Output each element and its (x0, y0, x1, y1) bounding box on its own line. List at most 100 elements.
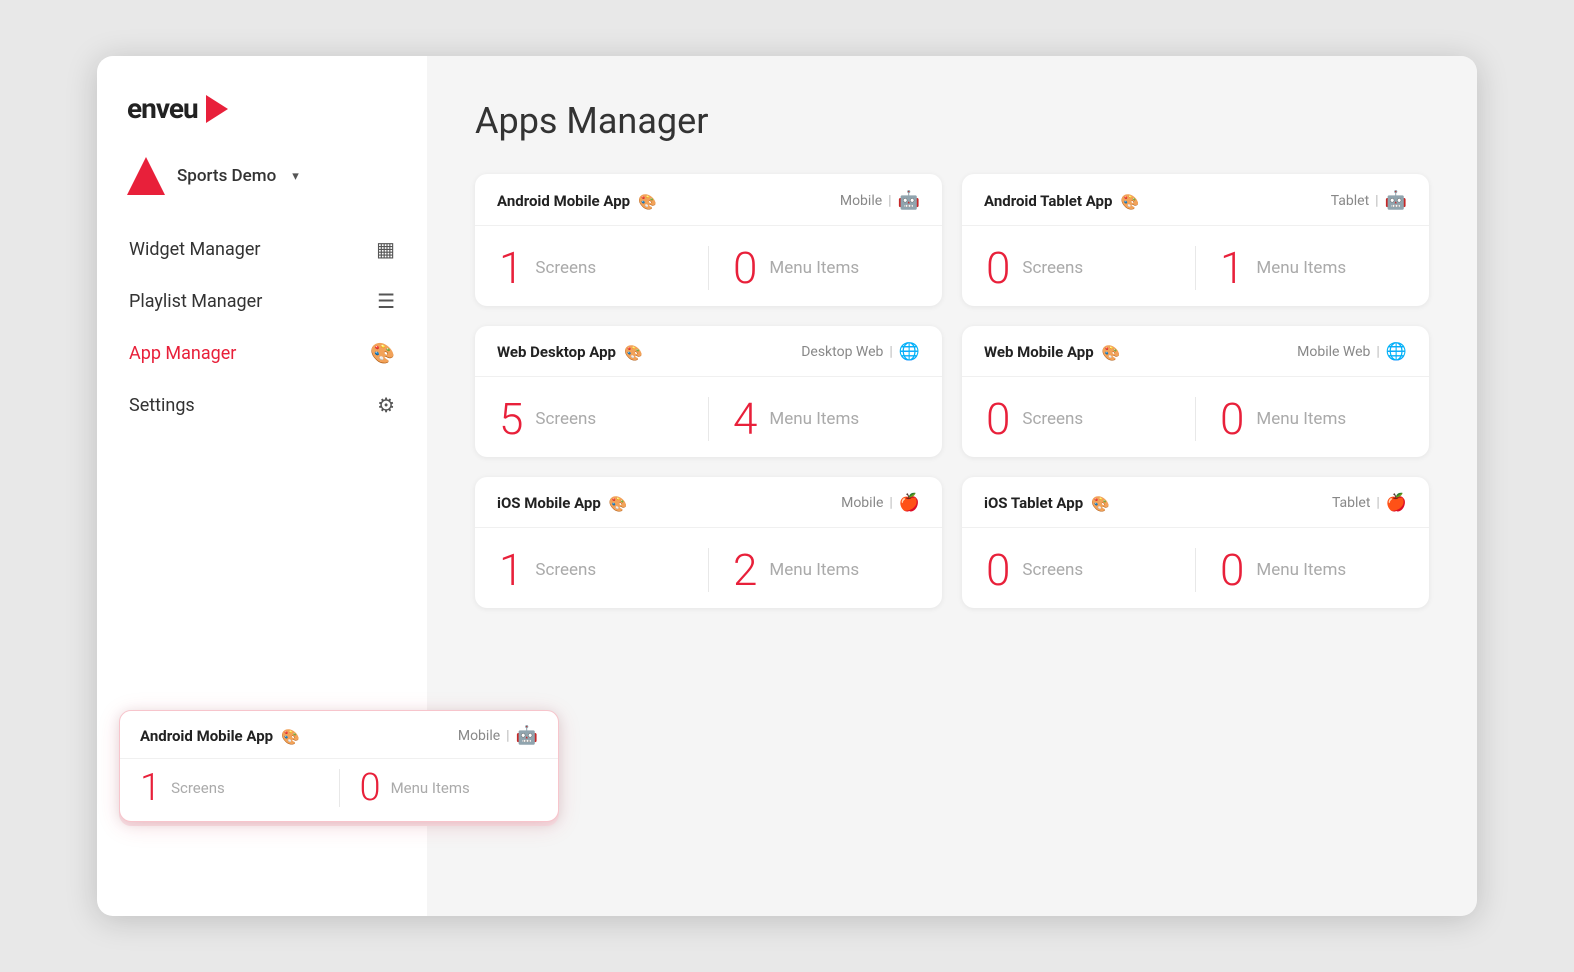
ios-tablet-stats: 0 Screens 0 Menu Items (962, 528, 1429, 608)
app-card-android-mobile-header: Android Mobile App 🎨 Mobile | 🤖 (475, 174, 942, 226)
ios-mobile-stats: 1 Screens 2 Menu Items (475, 528, 942, 608)
app-card-android-tablet-header: Android Tablet App 🎨 Tablet | 🤖 (962, 174, 1429, 226)
ios-mobile-palette-icon: 🎨 (609, 495, 625, 511)
web-desktop-label: Web Desktop App (497, 343, 616, 361)
web-desktop-platform: Desktop Web | 🌐 (801, 342, 920, 362)
ios-tablet-menu-count: 0 (1220, 548, 1244, 592)
sidebar-item-app-manager[interactable]: App Manager 🎨 (97, 327, 427, 379)
floating-card-palette-icon: 🎨 (281, 728, 297, 744)
app-card-android-mobile[interactable]: Android Mobile App 🎨 Mobile | 🤖 1 Screen… (475, 174, 942, 306)
android-tablet-screens-count: 0 (986, 246, 1010, 290)
playlist-manager-icon: ☰ (377, 289, 395, 313)
web-desktop-palette-icon: 🎨 (624, 344, 640, 360)
web-mobile-platform: Mobile Web | 🌐 (1297, 342, 1407, 362)
web-mobile-screens-label: Screens (1022, 409, 1083, 429)
android-tablet-palette-icon: 🎨 (1120, 193, 1136, 209)
settings-icon: ⚙ (377, 393, 395, 417)
android-tablet-label: Android Tablet App (984, 192, 1112, 210)
web-mobile-globe-icon: 🌐 (1386, 342, 1407, 362)
android-mobile-screens-count: 1 (499, 246, 523, 290)
browser-frame: enveu Sports Demo ▾ Widget Manager ▦ Pla… (97, 56, 1477, 916)
account-selector[interactable]: Sports Demo ▾ (97, 157, 427, 223)
android-icon: 🤖 (898, 190, 920, 211)
app-card-ios-mobile-header: iOS Mobile App 🎨 Mobile | 🍎 (475, 477, 942, 528)
android-tablet-platform-label: Tablet (1331, 193, 1369, 209)
app-card-ios-tablet[interactable]: iOS Tablet App 🎨 Tablet | 🍎 0 Screens (962, 477, 1429, 608)
ios-tablet-platform: Tablet | 🍎 (1332, 493, 1407, 513)
ios-tablet-platform-label: Tablet (1332, 495, 1370, 511)
app-card-web-mobile-header: Web Mobile App 🎨 Mobile Web | 🌐 (962, 326, 1429, 377)
ios-tablet-label: iOS Tablet App (984, 494, 1083, 512)
brand-arrow-icon (206, 95, 228, 123)
platform-divider-5: | (889, 495, 892, 511)
ios-tablet-menu-label: Menu Items (1256, 560, 1346, 580)
floating-menu-count: 0 (360, 769, 381, 807)
android-tablet-icon: 🤖 (1385, 190, 1407, 211)
floating-menu-label: Menu Items (391, 779, 470, 797)
app-card-ios-mobile-name: iOS Mobile App 🎨 (497, 494, 625, 512)
web-mobile-platform-label: Mobile Web (1297, 344, 1370, 360)
web-desktop-screens-count: 5 (499, 397, 523, 441)
playlist-manager-label: Playlist Manager (129, 291, 262, 312)
app-card-web-desktop[interactable]: Web Desktop App 🎨 Desktop Web | 🌐 5 Scre… (475, 326, 942, 457)
ios-tablet-screens-label: Screens (1022, 560, 1083, 580)
android-tablet-menu-block: 1 Menu Items (1195, 246, 1429, 290)
android-tablet-screens-block: 0 Screens (962, 246, 1195, 290)
android-mobile-label: Android Mobile App (497, 192, 630, 210)
web-mobile-label: Web Mobile App (984, 343, 1094, 361)
floating-menu-block: 0 Menu Items (339, 769, 559, 807)
floating-card-platform: Mobile | 🤖 (458, 725, 538, 746)
web-mobile-menu-count: 0 (1220, 397, 1244, 441)
ios-mobile-menu-count: 2 (733, 548, 757, 592)
android-mobile-menu-label: Menu Items (769, 258, 859, 278)
android-tablet-menu-count: 1 (1220, 246, 1244, 290)
web-mobile-menu-label: Menu Items (1256, 409, 1346, 429)
web-mobile-stats: 0 Screens 0 Menu Items (962, 377, 1429, 457)
web-desktop-menu-block: 4 Menu Items (708, 397, 942, 441)
android-mobile-screens-block: 1 Screens (475, 246, 708, 290)
web-desktop-menu-count: 4 (733, 397, 757, 441)
ios-tablet-screens-count: 0 (986, 548, 1010, 592)
ios-mobile-screens-block: 1 Screens (475, 548, 708, 592)
widget-manager-icon: ▦ (376, 237, 395, 261)
android-mobile-platform: Mobile | 🤖 (840, 190, 920, 211)
sidebar-item-settings[interactable]: Settings ⚙ (97, 379, 427, 431)
floating-screens-block: 1 Screens (120, 769, 339, 807)
app-card-web-desktop-header: Web Desktop App 🎨 Desktop Web | 🌐 (475, 326, 942, 377)
page-title: Apps Manager (475, 100, 1429, 142)
account-icon (127, 157, 165, 195)
android-mobile-menu-block: 0 Menu Items (708, 246, 942, 290)
ios-mobile-menu-block: 2 Menu Items (708, 548, 942, 592)
sidebar-item-playlist-manager[interactable]: Playlist Manager ☰ (97, 275, 427, 327)
web-desktop-screens-block: 5 Screens (475, 397, 708, 441)
floating-card-name: Android Mobile App 🎨 (140, 727, 297, 745)
floating-screens-label: Screens (171, 779, 225, 797)
sidebar-nav: Widget Manager ▦ Playlist Manager ☰ App … (97, 223, 427, 431)
app-card-android-tablet-name: Android Tablet App 🎨 (984, 192, 1136, 210)
web-mobile-screens-count: 0 (986, 397, 1010, 441)
app-card-android-mobile-name: Android Mobile App 🎨 (497, 192, 654, 210)
widget-manager-label: Widget Manager (129, 239, 261, 260)
android-mobile-palette-icon: 🎨 (638, 193, 654, 209)
web-mobile-menu-block: 0 Menu Items (1195, 397, 1429, 441)
web-mobile-palette-icon: 🎨 (1102, 344, 1118, 360)
ios-mobile-platform: Mobile | 🍎 (841, 493, 920, 513)
app-card-web-mobile-name: Web Mobile App 🎨 (984, 343, 1118, 361)
web-desktop-stats: 5 Screens 4 Menu Items (475, 377, 942, 457)
floating-card: Android Mobile App 🎨 Mobile | 🤖 1 Screen… (119, 710, 559, 822)
ios-mobile-apple-icon: 🍎 (899, 493, 920, 513)
floating-card-app-name: Android Mobile App (140, 727, 273, 745)
sidebar-item-widget-manager[interactable]: Widget Manager ▦ (97, 223, 427, 275)
ios-mobile-menu-label: Menu Items (769, 560, 859, 580)
app-manager-label: App Manager (129, 343, 236, 364)
platform-divider-2: | (1375, 193, 1378, 209)
app-card-ios-mobile[interactable]: iOS Mobile App 🎨 Mobile | 🍎 1 Screens (475, 477, 942, 608)
floating-card-header: Android Mobile App 🎨 Mobile | 🤖 (120, 711, 558, 758)
ios-tablet-palette-icon: 🎨 (1091, 495, 1107, 511)
floating-android-icon: 🤖 (516, 725, 538, 746)
android-tablet-stats: 0 Screens 1 Menu Items (962, 226, 1429, 306)
app-card-web-mobile[interactable]: Web Mobile App 🎨 Mobile Web | 🌐 0 Screen… (962, 326, 1429, 457)
app-card-android-tablet[interactable]: Android Tablet App 🎨 Tablet | 🤖 0 Screen… (962, 174, 1429, 306)
floating-platform-divider: | (506, 728, 509, 744)
ios-mobile-platform-label: Mobile (841, 495, 883, 511)
